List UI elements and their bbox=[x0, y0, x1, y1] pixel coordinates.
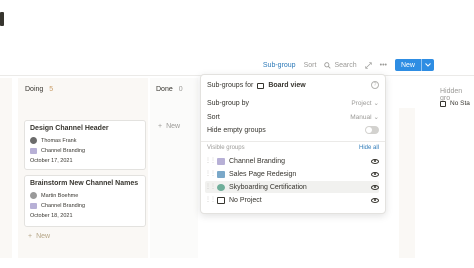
hide-empty-toggle[interactable] bbox=[365, 126, 379, 134]
group-row[interactable]: ⋮⋮ Sales Page Redesign bbox=[205, 168, 379, 180]
avatar bbox=[30, 137, 37, 144]
board-column-done bbox=[150, 78, 198, 258]
hidden-group-item[interactable]: No Sta bbox=[440, 100, 470, 107]
subgroup-by-label: Sub-group by bbox=[207, 99, 250, 107]
project-icon bbox=[30, 203, 37, 209]
popup-divider bbox=[201, 141, 385, 142]
group-label: Channel Branding bbox=[229, 157, 286, 165]
card-title: Brainstorm New Channel Names bbox=[30, 180, 139, 187]
group-label: Skyboarding Certification bbox=[229, 183, 307, 191]
chevron-down-icon: ⌄ bbox=[373, 114, 379, 121]
add-new-card-done[interactable]: + New bbox=[158, 123, 180, 130]
drag-handle-icon[interactable]: ⋮⋮ bbox=[205, 158, 216, 164]
hide-empty-row: Hide empty groups bbox=[207, 124, 379, 136]
visible-groups-label: Visible groups bbox=[207, 145, 245, 151]
person-name: Martin Boehme bbox=[41, 192, 79, 199]
column-header-doing[interactable]: Doing 5 bbox=[25, 86, 53, 93]
card-project: Channel Branding bbox=[30, 148, 140, 154]
new-button[interactable]: New bbox=[394, 59, 434, 71]
new-button-label: New bbox=[400, 61, 415, 69]
no-project-icon bbox=[217, 196, 225, 204]
chevron-down-icon: ⌄ bbox=[373, 100, 379, 107]
subgroup-by-row[interactable]: Sub-group by Project ⌄ bbox=[207, 97, 379, 109]
toggle-knob bbox=[366, 127, 372, 133]
hide-empty-label: Hide empty groups bbox=[207, 126, 266, 134]
popup-title-view: Board view bbox=[268, 82, 306, 89]
chevron-down-icon[interactable] bbox=[421, 59, 434, 71]
add-new-label: New bbox=[166, 123, 181, 130]
column-count: 5 bbox=[49, 86, 54, 93]
project-icon bbox=[217, 170, 225, 178]
card-title: Design Channel Header bbox=[30, 125, 109, 132]
drag-handle-icon[interactable]: ⋮⋮ bbox=[205, 184, 216, 190]
avatar bbox=[30, 192, 37, 199]
page-icon-fragment bbox=[0, 12, 4, 26]
popup-title: Sub-groups for Board view bbox=[207, 82, 306, 89]
column-header-done[interactable]: Done 0 bbox=[156, 86, 183, 93]
plus-icon: + bbox=[158, 123, 163, 130]
project-icon bbox=[30, 148, 37, 154]
project-icon bbox=[217, 157, 225, 165]
project-name: Channel Branding bbox=[41, 203, 86, 209]
person-name: Thomas Frank bbox=[41, 137, 77, 144]
group-row[interactable]: ⋮⋮ No Project bbox=[205, 194, 379, 206]
drag-handle-icon[interactable]: ⋮⋮ bbox=[205, 197, 216, 203]
more-icon[interactable]: ••• bbox=[380, 62, 387, 69]
project-name: Channel Branding bbox=[41, 148, 86, 154]
date-text: October 18, 2021 bbox=[30, 213, 73, 219]
sort-label: Sort bbox=[207, 113, 220, 121]
add-new-card-doing[interactable]: + New bbox=[28, 233, 50, 240]
eye-icon[interactable] bbox=[371, 158, 379, 164]
eye-icon[interactable] bbox=[371, 184, 379, 190]
visible-groups-header: Visible groups Hide all bbox=[207, 145, 379, 151]
eye-icon[interactable] bbox=[371, 171, 379, 177]
search-button[interactable]: Search bbox=[324, 61, 357, 69]
status-icon bbox=[440, 100, 446, 107]
group-row[interactable]: ⋮⋮ Channel Branding bbox=[205, 155, 379, 167]
card-date: October 18, 2021 bbox=[30, 213, 140, 219]
column-count: 0 bbox=[178, 86, 183, 93]
sort-value-text: Manual bbox=[350, 113, 372, 121]
project-icon bbox=[217, 183, 225, 191]
subgroup-button[interactable]: Sub-group bbox=[263, 62, 296, 69]
card-project: Channel Branding bbox=[30, 203, 140, 209]
add-new-label: New bbox=[36, 233, 51, 240]
column-name: Done bbox=[156, 86, 173, 93]
board-card[interactable]: Brainstorm New Channel Names Martin Boeh… bbox=[24, 175, 146, 227]
sort-button[interactable]: Sort bbox=[304, 62, 317, 69]
board-column-right bbox=[399, 108, 415, 258]
eye-icon[interactable] bbox=[371, 197, 379, 203]
group-row[interactable]: ⋮⋮ Skyboarding Certification bbox=[205, 181, 379, 193]
search-icon bbox=[324, 61, 332, 69]
subgroup-by-value[interactable]: Project ⌄ bbox=[351, 99, 379, 108]
sort-row[interactable]: Sort Manual ⌄ bbox=[207, 111, 379, 123]
subgroup-by-value-text: Project bbox=[351, 99, 372, 107]
group-label: Sales Page Redesign bbox=[229, 170, 297, 178]
card-date: October 17, 2021 bbox=[30, 158, 140, 164]
sort-value[interactable]: Manual ⌄ bbox=[350, 113, 379, 122]
plus-icon: + bbox=[28, 233, 33, 240]
date-text: October 17, 2021 bbox=[30, 158, 73, 164]
column-name: Doing bbox=[25, 86, 44, 93]
board-view-icon bbox=[257, 82, 265, 89]
card-person: Martin Boehme bbox=[30, 192, 140, 199]
board-column-left bbox=[0, 78, 12, 258]
card-person: Thomas Frank bbox=[30, 137, 140, 144]
group-label: No Project bbox=[229, 196, 262, 204]
expand-icon[interactable] bbox=[364, 61, 372, 69]
view-toolbar: Sub-group Sort Search ••• New bbox=[263, 58, 434, 72]
subgroup-popup: Sub-groups for Board view ? Sub-group by… bbox=[200, 74, 386, 214]
help-icon[interactable]: ? bbox=[371, 81, 379, 89]
hide-all-button[interactable]: Hide all bbox=[359, 145, 379, 151]
search-label: Search bbox=[334, 61, 357, 69]
hidden-group-label: No Sta bbox=[450, 100, 470, 107]
drag-handle-icon[interactable]: ⋮⋮ bbox=[205, 171, 216, 177]
board-card[interactable]: Design Channel Header Thomas Frank Chann… bbox=[24, 120, 146, 170]
popup-title-prefix: Sub-groups for bbox=[207, 82, 254, 89]
